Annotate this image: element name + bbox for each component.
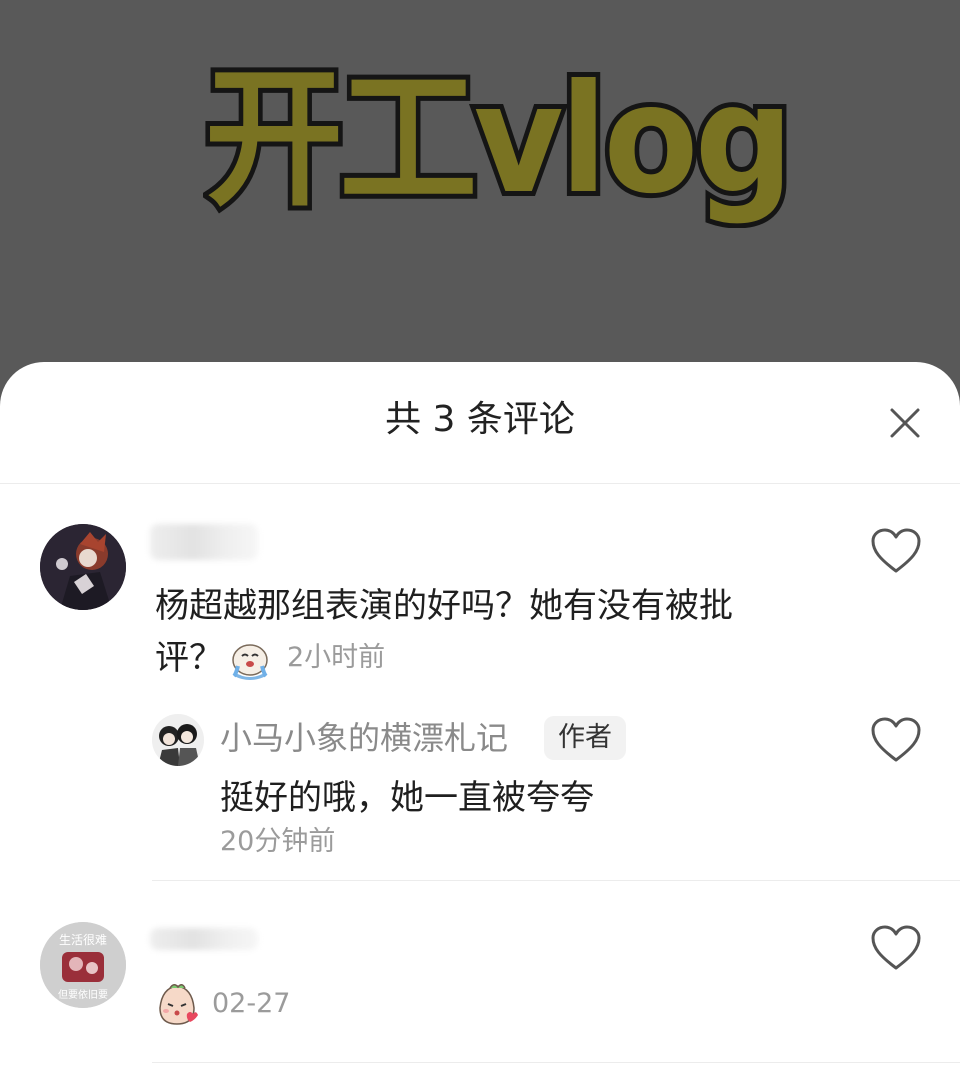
- sheet-header: 共 3 条评论: [0, 362, 960, 484]
- avatar-caption-top: 生活很难: [59, 933, 107, 947]
- reply-text: 挺好的哦，她一直被夸夸: [220, 778, 594, 818]
- video-background: 开工vlog: [0, 0, 960, 400]
- comment-time: 2小时前: [287, 642, 386, 673]
- comment-divider: [152, 880, 960, 881]
- commenter-avatar[interactable]: 生活很难 但要依旧要: [40, 922, 126, 1008]
- commenter-avatar[interactable]: [40, 524, 126, 610]
- close-button[interactable]: [880, 398, 930, 448]
- crying-emoji-icon: [228, 636, 272, 680]
- reply-time: 20分钟前: [220, 826, 336, 857]
- comment-divider: [152, 1062, 960, 1063]
- like-button[interactable]: [870, 527, 922, 575]
- comment-count-title: 共 3 条评论: [385, 399, 575, 440]
- close-icon: [890, 408, 920, 438]
- like-button[interactable]: [870, 924, 922, 972]
- comment-time: 02-27: [212, 988, 291, 1019]
- commenter-username-blurred: [150, 524, 258, 560]
- reply-author-avatar[interactable]: [152, 714, 204, 766]
- author-badge: 作者: [544, 716, 626, 760]
- comment-text-line-2: 评？: [155, 638, 223, 678]
- commenter-username-blurred: [150, 928, 258, 950]
- heart-icon: [871, 528, 921, 573]
- reply-like-button[interactable]: [870, 716, 922, 764]
- reply-author-name[interactable]: 小马小象的横漂札记: [220, 716, 508, 760]
- avatar-caption-bottom: 但要依旧要: [58, 988, 108, 1001]
- video-title-overlay: 开工vlog: [200, 48, 798, 232]
- blowing-kiss-emoji-icon: [154, 982, 200, 1028]
- comment-sheet: 共 3 条评论 杨超越那组表演的好吗？她有没有被批 评？ 2小时前 小马小象的横…: [0, 362, 960, 1076]
- heart-icon: [871, 717, 921, 762]
- comment-text-line-1: 杨超越那组表演的好吗？她有没有被批: [155, 586, 733, 626]
- heart-icon: [871, 925, 921, 970]
